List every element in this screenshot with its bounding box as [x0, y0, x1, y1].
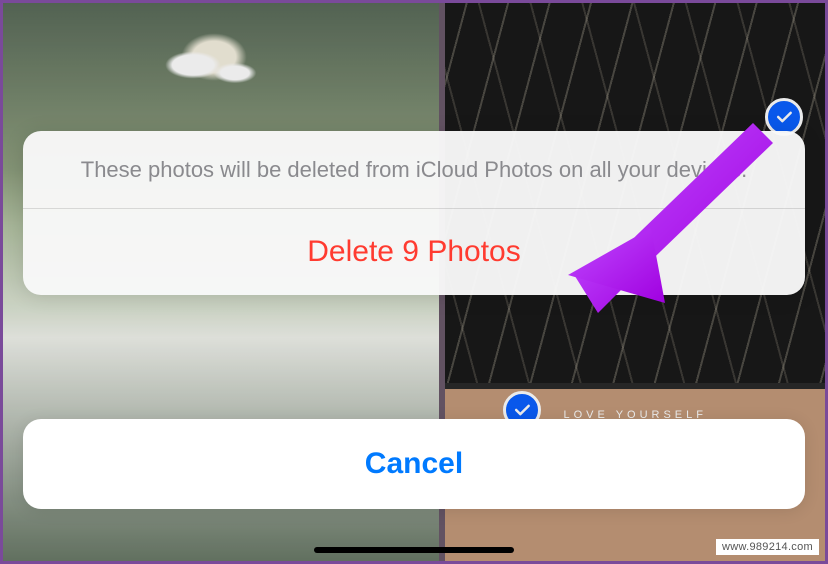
- home-indicator[interactable]: [314, 547, 514, 553]
- cancel-button[interactable]: Cancel: [23, 419, 805, 509]
- watermark: www.989214.com: [716, 539, 819, 555]
- sheet-message: These photos will be deleted from iCloud…: [23, 131, 805, 209]
- delete-action-sheet: These photos will be deleted from iCloud…: [23, 131, 805, 295]
- delete-photos-button[interactable]: Delete 9 Photos: [23, 209, 805, 295]
